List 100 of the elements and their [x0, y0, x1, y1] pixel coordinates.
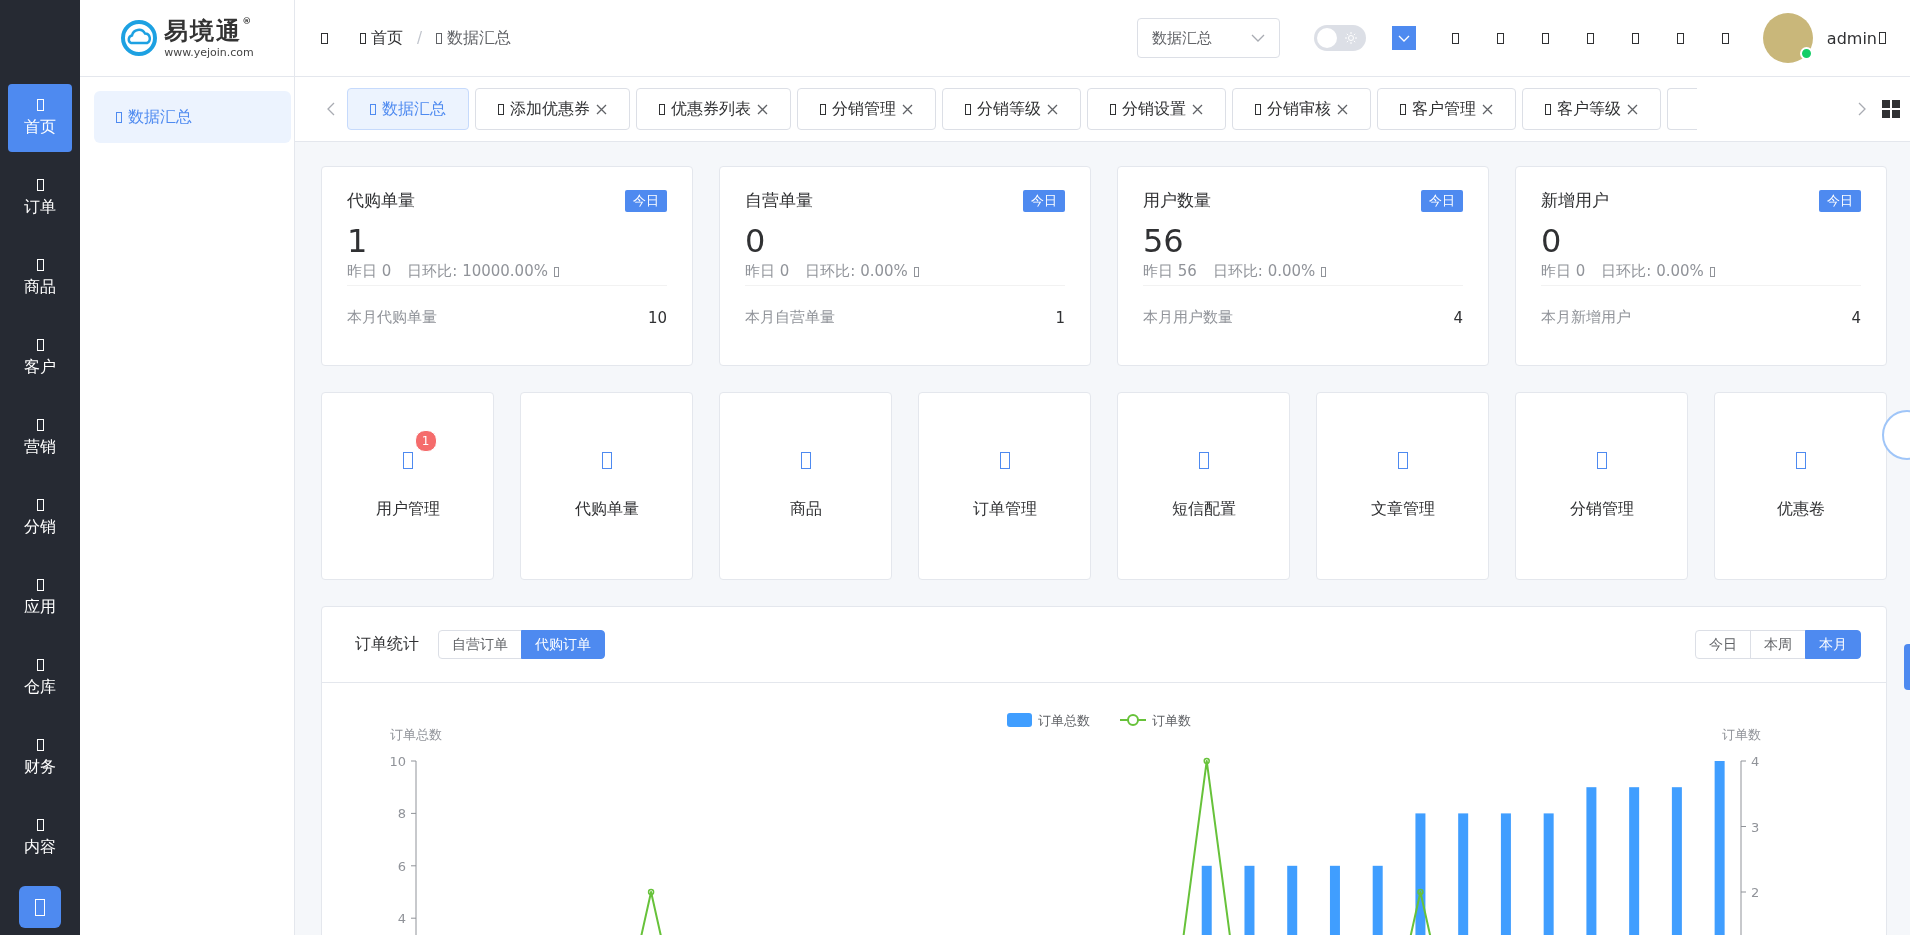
yesterday-text: 昨日 0	[347, 262, 392, 282]
box-icon	[36, 178, 44, 191]
page-tab[interactable]: 分销设置	[1087, 88, 1226, 130]
stat-value: 56	[1143, 222, 1185, 261]
close-icon[interactable]	[1047, 103, 1058, 115]
month-label: 本月新增用户	[1541, 308, 1631, 328]
shortcut-card[interactable]: 优惠卷	[1714, 392, 1887, 580]
period-button[interactable]: 今日	[1695, 630, 1751, 659]
shortcut-card[interactable]: 代购单量	[520, 392, 693, 580]
month-value: 1	[1055, 308, 1065, 327]
box-icon	[36, 498, 44, 511]
period-badge: 今日	[625, 189, 667, 212]
box-icon	[402, 452, 413, 469]
page-tab[interactable]: 分销等级	[942, 88, 1081, 130]
yesterday-text: 昨日 0	[745, 262, 790, 282]
chevron-down-icon	[1250, 34, 1265, 42]
order-type-button[interactable]: 自营订单	[438, 630, 522, 659]
axis-tick-label: 3	[1751, 819, 1760, 835]
shortcut-card[interactable]: 1 用户管理	[321, 392, 494, 580]
page-select[interactable]: 数据汇总	[1136, 18, 1280, 58]
sidebar-item[interactable]: 订单	[8, 164, 72, 232]
box-icon	[36, 578, 44, 591]
stat-value: 0	[1541, 222, 1563, 261]
shortcut-label: 分销管理	[1569, 499, 1634, 520]
page-tab[interactable]: 分销管理	[797, 88, 936, 130]
sidebar-item[interactable]: 客户	[8, 324, 72, 392]
box-icon	[116, 111, 122, 123]
chart-point	[647, 888, 655, 896]
shortcut-label: 文章管理	[1370, 499, 1435, 520]
cloud-logo-icon	[120, 19, 159, 57]
close-icon[interactable]	[596, 103, 607, 115]
period-badge: 今日	[1023, 189, 1065, 212]
stat-value: 0	[745, 222, 767, 261]
shortcut-card[interactable]: 短信配置	[1117, 392, 1290, 580]
grid-icon[interactable]	[1882, 100, 1900, 118]
shortcut-label: 用户管理	[375, 499, 440, 520]
chart-point	[1203, 757, 1210, 765]
ratio-text: 日环比: 0.00%	[1212, 262, 1327, 282]
sidebar-item[interactable]: 财务	[8, 724, 72, 792]
month-label: 本月用户数量	[1143, 308, 1233, 328]
month-value: 4	[1453, 308, 1463, 327]
axis-title: 订单数	[1721, 727, 1761, 742]
shortcut-card[interactable]: 分销管理	[1515, 392, 1688, 580]
close-icon[interactable]	[757, 103, 768, 115]
chart-legend: 订单总数 订单数	[1007, 713, 1191, 728]
box-icon	[36, 818, 44, 831]
period-badge: 今日	[1819, 189, 1861, 212]
sidebar-item[interactable]: 内容	[8, 804, 72, 872]
month-value: 4	[1851, 308, 1861, 327]
stat-title: 代购单量	[347, 189, 415, 212]
axis-title: 订单总数	[390, 727, 442, 742]
shortcut-card[interactable]: 订单管理	[918, 392, 1091, 580]
ratio-text: 日环比: 0.00%	[805, 262, 919, 282]
period-badge: 今日	[1421, 189, 1463, 212]
shortcut-label: 短信配置	[1171, 499, 1236, 520]
sidebar-toggle-button[interactable]	[19, 886, 61, 928]
axis-tick-label: 4	[397, 911, 406, 927]
yesterday-text: 昨日 0	[1541, 262, 1586, 282]
user-name[interactable]: admin	[1826, 28, 1886, 48]
page-tab[interactable]: 优惠券列表	[636, 88, 791, 130]
breadcrumb-link[interactable]: 首页	[360, 27, 403, 49]
count-badge: 1	[414, 430, 437, 452]
box-icon	[1596, 452, 1607, 469]
close-icon[interactable]	[1192, 103, 1203, 115]
page-tab[interactable]: 添加优惠券	[475, 88, 630, 130]
stat-title: 用户数量	[1143, 189, 1211, 212]
box-icon	[36, 738, 44, 751]
stat-title: 自营单量	[745, 189, 813, 212]
sidebar-item[interactable]: 分销	[8, 484, 72, 552]
box-icon	[1397, 452, 1408, 469]
page-tab[interactable]: 客户管理	[1377, 88, 1516, 130]
close-icon[interactable]	[1337, 103, 1348, 115]
logo-text: 易境通®	[164, 17, 254, 46]
month-label: 本月自营单量	[745, 308, 835, 328]
shortcut-card[interactable]: 文章管理	[1316, 392, 1489, 580]
box-icon	[601, 452, 612, 469]
chevron-down-icon	[1397, 34, 1410, 42]
close-icon[interactable]	[902, 103, 913, 115]
sidebar-item[interactable]: 应用	[8, 564, 72, 632]
sidebar-item[interactable]: 仓库	[8, 644, 72, 712]
axis-tick-label: 10	[389, 754, 406, 769]
close-icon[interactable]	[1482, 103, 1493, 115]
box-icon	[36, 658, 44, 671]
box-icon	[999, 452, 1010, 469]
box-icon	[1198, 452, 1209, 469]
close-icon[interactable]	[1627, 103, 1638, 115]
dropdown-button[interactable]	[1391, 26, 1416, 50]
period-button[interactable]: 本周	[1750, 630, 1806, 659]
sidebar-item[interactable]: 商品	[8, 244, 72, 312]
ratio-text: 日环比: 0.00%	[1601, 262, 1715, 282]
shortcut-label: 优惠卷	[1776, 499, 1825, 520]
shortcut-label: 商品	[789, 499, 822, 520]
box-icon	[36, 258, 44, 271]
sun-icon	[1344, 32, 1357, 44]
box-icon	[36, 338, 44, 351]
sidebar-item[interactable]: 营销	[8, 404, 72, 472]
theme-switch[interactable]	[1313, 25, 1366, 51]
shortcut-card[interactable]: 商品	[719, 392, 892, 580]
page-tab[interactable]: 客户等级	[1522, 88, 1661, 130]
page-tab[interactable]: 分销审核	[1232, 88, 1371, 130]
